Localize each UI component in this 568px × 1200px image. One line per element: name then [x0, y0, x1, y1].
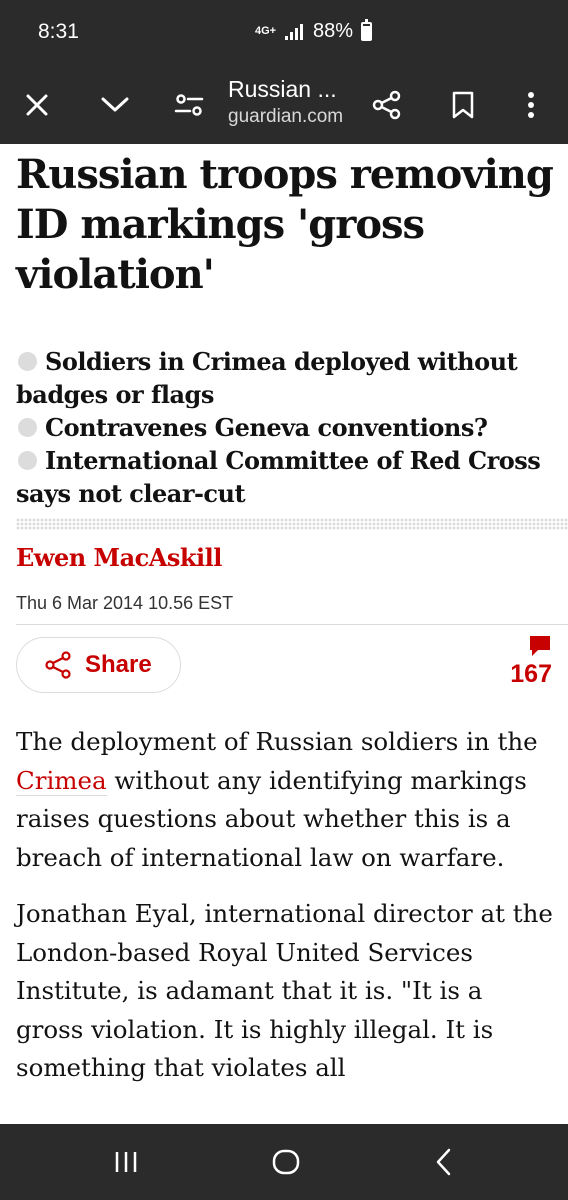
- signal-icon: [284, 23, 303, 40]
- bullet-icon: [18, 352, 37, 371]
- body-paragraph: Jonathan Eyal, international director at…: [16, 899, 553, 1082]
- body-paragraph: The deployment of Russian soldiers in th…: [16, 727, 538, 872]
- share-icon[interactable]: [364, 82, 410, 128]
- standfirst-item: Contravenes Geneva conventions?: [16, 411, 556, 444]
- page-title: Russian ...: [228, 76, 337, 102]
- more-vert-icon[interactable]: [508, 82, 554, 128]
- dotted-divider: [16, 518, 568, 530]
- comments-link[interactable]: 167: [492, 634, 552, 690]
- page-url: guardian.com: [228, 106, 344, 127]
- comment-icon: [530, 636, 550, 656]
- home-icon[interactable]: [256, 1142, 316, 1182]
- article-body: The deployment of Russian soldiers in th…: [16, 723, 556, 1106]
- share-label: Share: [85, 651, 152, 678]
- recent-apps-icon[interactable]: [96, 1142, 156, 1182]
- battery-percent: 88%: [312, 20, 353, 42]
- bullet-icon: [18, 418, 37, 437]
- share-button[interactable]: Share: [16, 637, 181, 693]
- standfirst-item: Soldiers in Crimea deployed without badg…: [16, 347, 518, 409]
- share-icon: [45, 651, 71, 679]
- comment-count: 167: [510, 660, 552, 688]
- browser-toolbar: Russian ... guardian.com: [0, 68, 568, 144]
- chevron-down-icon[interactable]: [92, 82, 138, 128]
- network-type: 4G+: [254, 25, 277, 37]
- bullet-icon: [18, 451, 37, 470]
- divider: [16, 624, 568, 625]
- close-icon[interactable]: [14, 82, 60, 128]
- crimea-link[interactable]: Crimea: [16, 765, 107, 796]
- article-headline: Russian troops removing ID markings 'gro…: [16, 151, 554, 298]
- standfirst-list: Soldiers in Crimea deployed without badg…: [16, 345, 556, 510]
- bookmark-icon[interactable]: [440, 82, 486, 128]
- status-time: 8:31: [38, 20, 79, 43]
- system-nav-bar: [0, 1124, 568, 1200]
- status-indicators: 4G+ 88%: [254, 19, 372, 43]
- status-bar: 8:31 4G+ 88%: [0, 0, 568, 68]
- publish-date: Thu 6 Mar 2014 10.56 EST: [16, 593, 234, 613]
- standfirst-item: International Committee of Red Cross say…: [16, 446, 541, 508]
- battery-icon: [361, 19, 372, 41]
- back-icon[interactable]: [414, 1142, 474, 1182]
- page-settings-icon[interactable]: [166, 82, 212, 128]
- author-byline[interactable]: Ewen MacAskill: [16, 543, 222, 572]
